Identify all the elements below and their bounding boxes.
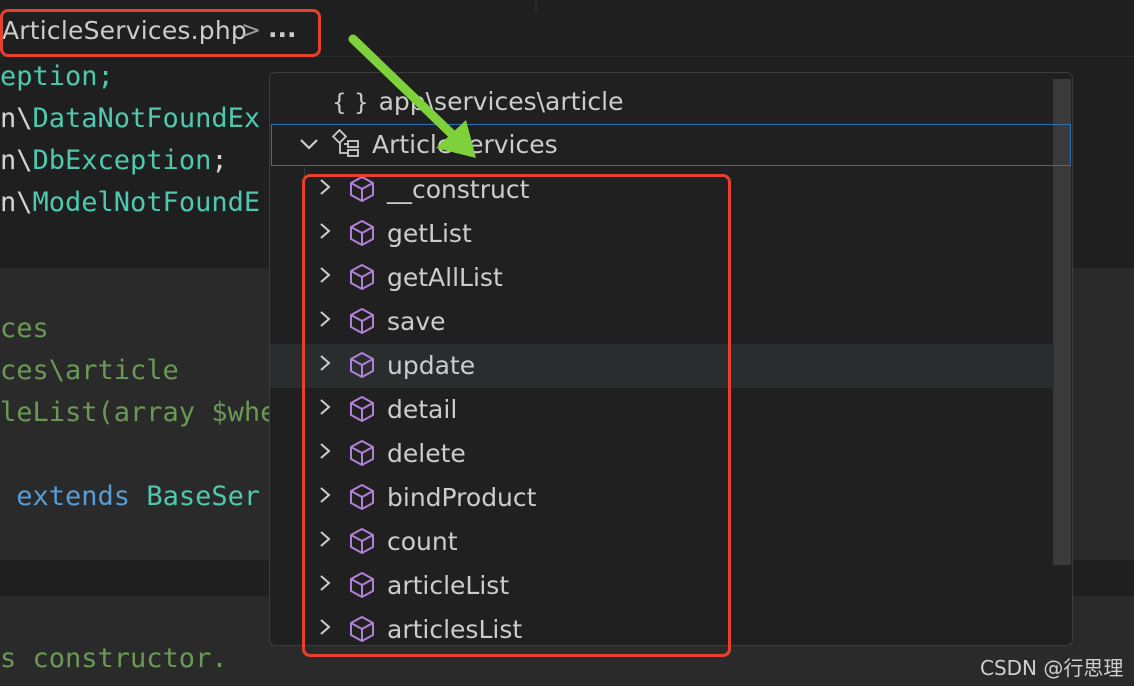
code-line: leList(array $whe: [0, 396, 276, 430]
chevron-down-icon[interactable]: [298, 129, 320, 159]
namespace-braces-icon: { }: [332, 90, 369, 116]
watermark-text: CSDN @行思理: [980, 656, 1124, 680]
code-line: n\DbException;: [0, 145, 228, 176]
code-line: n\DataNotFoundEx: [0, 103, 261, 134]
class-icon: [332, 129, 359, 157]
code-line: ces\article: [0, 354, 179, 388]
class-label: ArticleServices: [372, 130, 558, 159]
namespace-label: app\services\article: [378, 87, 624, 116]
breadcrumb-highlight-box: [0, 9, 321, 57]
code-line: s constructor.: [0, 642, 228, 676]
code-text: s constructor.: [0, 643, 228, 674]
code-text: leList(array $whe: [0, 397, 277, 428]
code-text: ces: [0, 313, 49, 344]
code-text: ModelNotFoundE: [32, 187, 261, 218]
namespace-row[interactable]: { } app\services\article: [332, 87, 623, 116]
code-text: ces\article: [0, 355, 179, 386]
code-line: n\ModelNotFoundE: [0, 187, 261, 218]
methods-highlight-box: [302, 174, 731, 657]
class-row-articleservices[interactable]: ArticleServices: [271, 124, 1071, 166]
code-line: ces: [0, 312, 49, 346]
code-line: extends BaseSer: [0, 481, 261, 512]
code-text: eption;: [0, 61, 114, 92]
code-text: DbException: [32, 145, 212, 176]
code-line: eption;: [0, 60, 114, 94]
code-text: DataNotFoundEx: [32, 103, 261, 134]
tab-divider: [535, 0, 537, 12]
